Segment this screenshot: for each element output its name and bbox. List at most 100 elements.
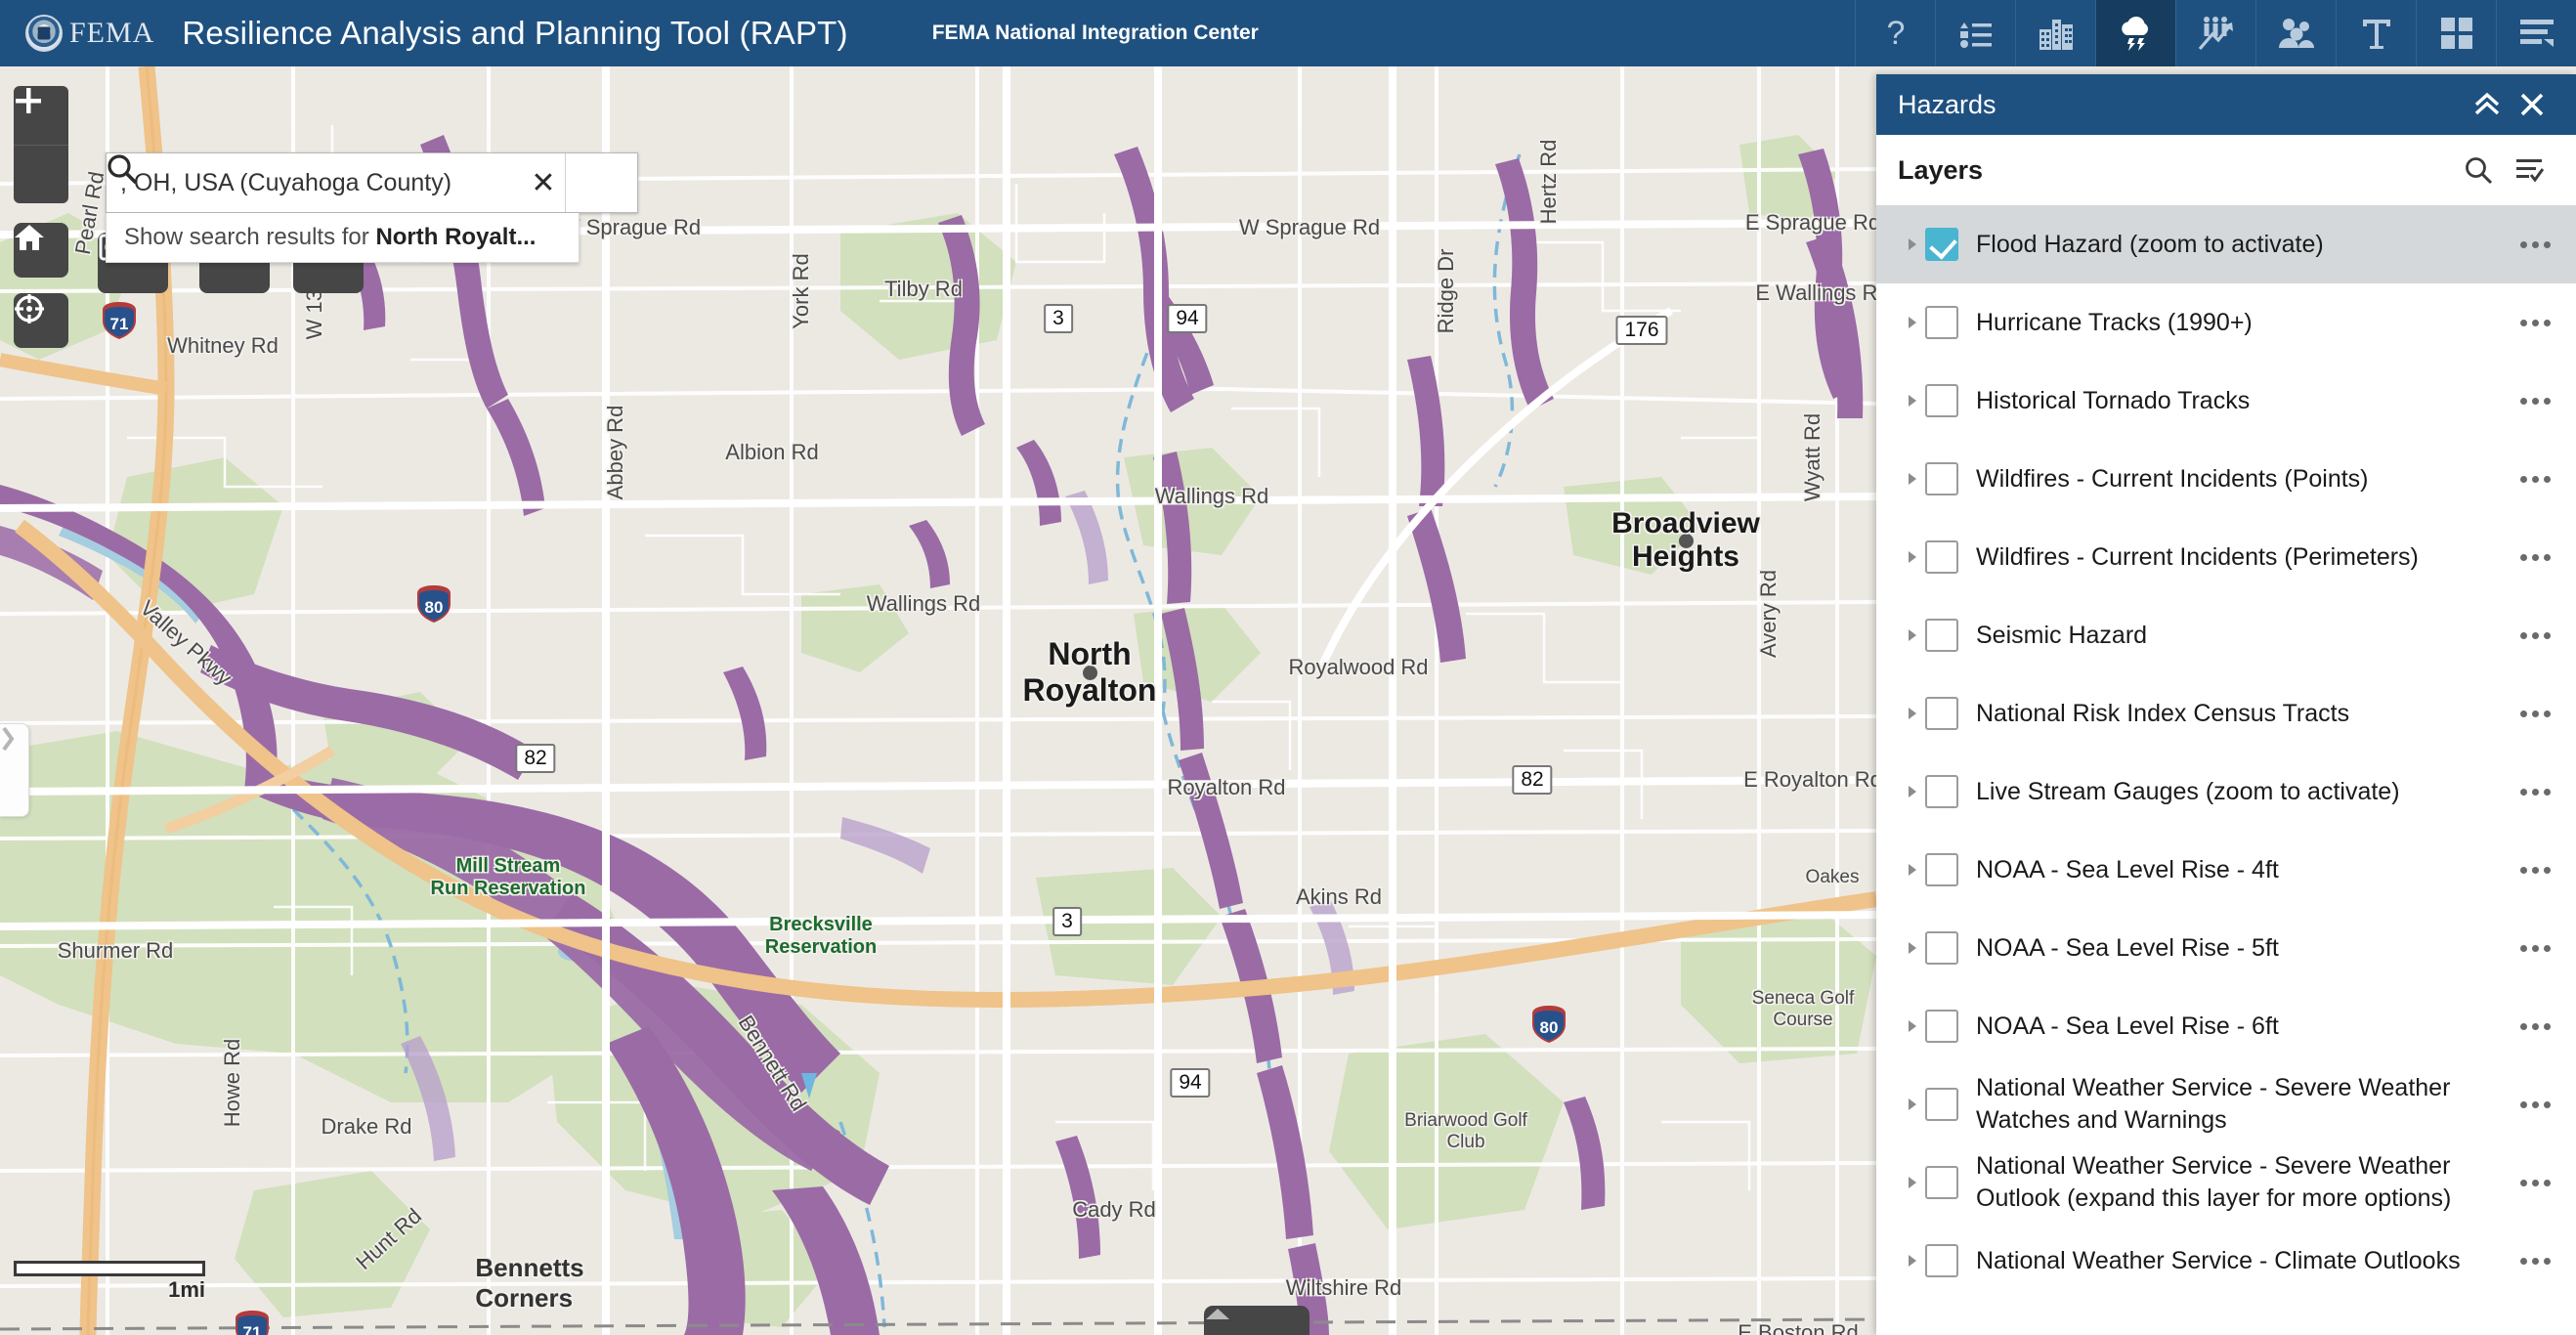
layer-visibility-checkbox[interactable] bbox=[1925, 619, 1958, 652]
close-icon[interactable] bbox=[2510, 82, 2555, 127]
people-icon[interactable] bbox=[2255, 0, 2336, 66]
layer-visibility-checkbox[interactable] bbox=[1925, 384, 1958, 417]
header-subtitle: FEMA National Integration Center bbox=[931, 22, 1259, 44]
expand-layer-icon[interactable] bbox=[1900, 862, 1925, 878]
scale-bar-graphic bbox=[14, 1261, 205, 1276]
layer-options-menu[interactable] bbox=[2510, 944, 2560, 952]
layer-row[interactable]: National Risk Index Census Tracts bbox=[1876, 674, 2576, 753]
layer-options-menu[interactable] bbox=[2510, 1022, 2560, 1030]
layer-row[interactable]: Flood Hazard (zoom to activate) bbox=[1876, 205, 2576, 283]
layer-visibility-checkbox[interactable] bbox=[1925, 697, 1958, 730]
layer-options-menu[interactable] bbox=[2510, 1257, 2560, 1265]
layer-row[interactable]: Historical Tornado Tracks bbox=[1876, 362, 2576, 440]
buildings-icon[interactable] bbox=[2015, 0, 2095, 66]
expand-layer-icon[interactable] bbox=[1900, 393, 1925, 409]
layer-row[interactable]: Hurricane Tracks (1990+) bbox=[1876, 283, 2576, 362]
layer-row[interactable]: Wildfires - Current Incidents (Perimeter… bbox=[1876, 518, 2576, 596]
chevron-up-icon[interactable] bbox=[1204, 1306, 1309, 1335]
layer-row[interactable]: Wildfires - Current Incidents (Points) bbox=[1876, 440, 2576, 518]
layer-options-menu[interactable] bbox=[2510, 553, 2560, 561]
layer-row[interactable]: Seismic Hazard bbox=[1876, 596, 2576, 674]
layer-label: Live Stream Gauges (zoom to activate) bbox=[1976, 777, 2400, 805]
layer-visibility-checkbox[interactable] bbox=[1925, 853, 1958, 886]
double-chevron-up-icon[interactable] bbox=[2465, 82, 2510, 127]
layer-visibility-checkbox[interactable] bbox=[1925, 1088, 1958, 1121]
search-input[interactable] bbox=[107, 153, 522, 212]
layer-list[interactable]: Flood Hazard (zoom to activate) Hurricane… bbox=[1876, 205, 2576, 1335]
layer-label: Hurricane Tracks (1990+) bbox=[1976, 308, 2253, 336]
close-icon[interactable]: ✕ bbox=[522, 153, 565, 212]
expand-layer-icon[interactable] bbox=[1900, 706, 1925, 721]
layer-label: National Weather Service - Severe Weathe… bbox=[1976, 1152, 2452, 1212]
menu-icon[interactable] bbox=[2496, 0, 2576, 66]
search-icon[interactable] bbox=[2453, 145, 2504, 195]
expand-layer-icon[interactable] bbox=[1900, 1253, 1925, 1269]
layer-label: National Weather Service - Severe Weathe… bbox=[1976, 1074, 2451, 1134]
fema-seal-icon bbox=[25, 15, 63, 52]
expand-layer-icon[interactable] bbox=[1900, 549, 1925, 565]
search-suggestion-item[interactable]: Show search results for North Royalt... bbox=[106, 213, 580, 263]
layer-options-menu[interactable] bbox=[2510, 1100, 2560, 1108]
expand-layer-icon[interactable] bbox=[1900, 237, 1925, 252]
basemap-grid-icon[interactable] bbox=[2416, 0, 2496, 66]
search-widget: ✕ Show search results for North Royalt..… bbox=[106, 152, 638, 263]
expand-layer-icon[interactable] bbox=[1900, 1097, 1925, 1112]
search-icon[interactable] bbox=[107, 153, 637, 212]
help-icon[interactable]: ? bbox=[1855, 0, 1935, 66]
storm-cloud-icon[interactable] bbox=[2095, 0, 2175, 66]
expand-layer-icon[interactable] bbox=[1900, 784, 1925, 799]
legend-icon[interactable] bbox=[1935, 0, 2015, 66]
map-canvas[interactable]: W Sprague Rd W Sprague Rd E Sprague Rd Tilb… bbox=[0, 66, 1876, 1335]
filter-list-icon[interactable] bbox=[2504, 145, 2555, 195]
header-toolbar: ? bbox=[1855, 0, 2576, 66]
expand-layer-icon[interactable] bbox=[1900, 940, 1925, 956]
expand-layer-icon[interactable] bbox=[1900, 627, 1925, 643]
zoom-control-cluster bbox=[14, 86, 68, 203]
suggestion-prefix: Show search results for bbox=[124, 224, 376, 250]
expand-layer-icon[interactable] bbox=[1900, 471, 1925, 487]
layer-label: Historical Tornado Tracks bbox=[1976, 386, 2251, 414]
layer-visibility-checkbox[interactable] bbox=[1925, 1010, 1958, 1043]
layer-options-menu[interactable] bbox=[2510, 710, 2560, 717]
layer-row[interactable]: NOAA - Sea Level Rise - 4ft bbox=[1876, 831, 2576, 909]
text-tool-icon[interactable] bbox=[2336, 0, 2416, 66]
layer-row[interactable]: NOAA - Sea Level Rise - 5ft bbox=[1876, 909, 2576, 987]
layer-options-menu[interactable] bbox=[2510, 866, 2560, 874]
layer-options-menu[interactable] bbox=[2510, 397, 2560, 405]
layer-label: National Risk Index Census Tracts bbox=[1976, 699, 2350, 727]
panel-title: Hazards bbox=[1898, 89, 1996, 119]
layer-label: Wildfires - Current Incidents (Perimeter… bbox=[1976, 542, 2419, 571]
layer-row[interactable]: National Weather Service - Severe Weathe… bbox=[1876, 1143, 2576, 1222]
hazards-panel: Hazards Layers Flood Hazard (zoom to act… bbox=[1876, 74, 2576, 1335]
chevron-right-icon[interactable] bbox=[0, 723, 29, 817]
layer-visibility-checkbox[interactable] bbox=[1925, 931, 1958, 965]
zoom-out-button[interactable] bbox=[14, 99, 68, 203]
layer-row[interactable]: Live Stream Gauges (zoom to activate) bbox=[1876, 753, 2576, 831]
layer-options-menu[interactable] bbox=[2510, 240, 2560, 248]
layers-title: Layers bbox=[1898, 154, 1984, 185]
layer-options-menu[interactable] bbox=[2510, 475, 2560, 483]
layer-visibility-checkbox[interactable] bbox=[1925, 775, 1958, 808]
layer-row[interactable]: National Weather Service - Severe Weathe… bbox=[1876, 1065, 2576, 1143]
layer-visibility-checkbox[interactable] bbox=[1925, 1244, 1958, 1277]
expand-layer-icon[interactable] bbox=[1900, 315, 1925, 330]
layer-options-menu[interactable] bbox=[2510, 1179, 2560, 1186]
crosshair-locate-icon[interactable] bbox=[14, 293, 68, 348]
layer-options-menu[interactable] bbox=[2510, 788, 2560, 796]
expand-layer-icon[interactable] bbox=[1900, 1018, 1925, 1034]
layer-visibility-checkbox[interactable] bbox=[1925, 462, 1958, 495]
layer-options-menu[interactable] bbox=[2510, 319, 2560, 326]
layer-row[interactable]: NOAA - Sea Level Rise - 6ft bbox=[1876, 987, 2576, 1065]
layer-visibility-checkbox[interactable] bbox=[1925, 306, 1958, 339]
expand-layer-icon[interactable] bbox=[1900, 1175, 1925, 1190]
layer-label: Wildfires - Current Incidents (Points) bbox=[1976, 464, 2369, 493]
fema-brand-text: FEMA bbox=[69, 17, 155, 49]
layer-options-menu[interactable] bbox=[2510, 631, 2560, 639]
layer-visibility-checkbox[interactable] bbox=[1925, 228, 1958, 261]
population-trend-icon[interactable] bbox=[2175, 0, 2255, 66]
home-icon[interactable] bbox=[14, 223, 68, 278]
layer-row[interactable]: National Weather Service - Climate Outlo… bbox=[1876, 1222, 2576, 1300]
layer-label: Flood Hazard (zoom to activate) bbox=[1976, 230, 2324, 258]
layer-visibility-checkbox[interactable] bbox=[1925, 540, 1958, 574]
layer-visibility-checkbox[interactable] bbox=[1925, 1166, 1958, 1199]
